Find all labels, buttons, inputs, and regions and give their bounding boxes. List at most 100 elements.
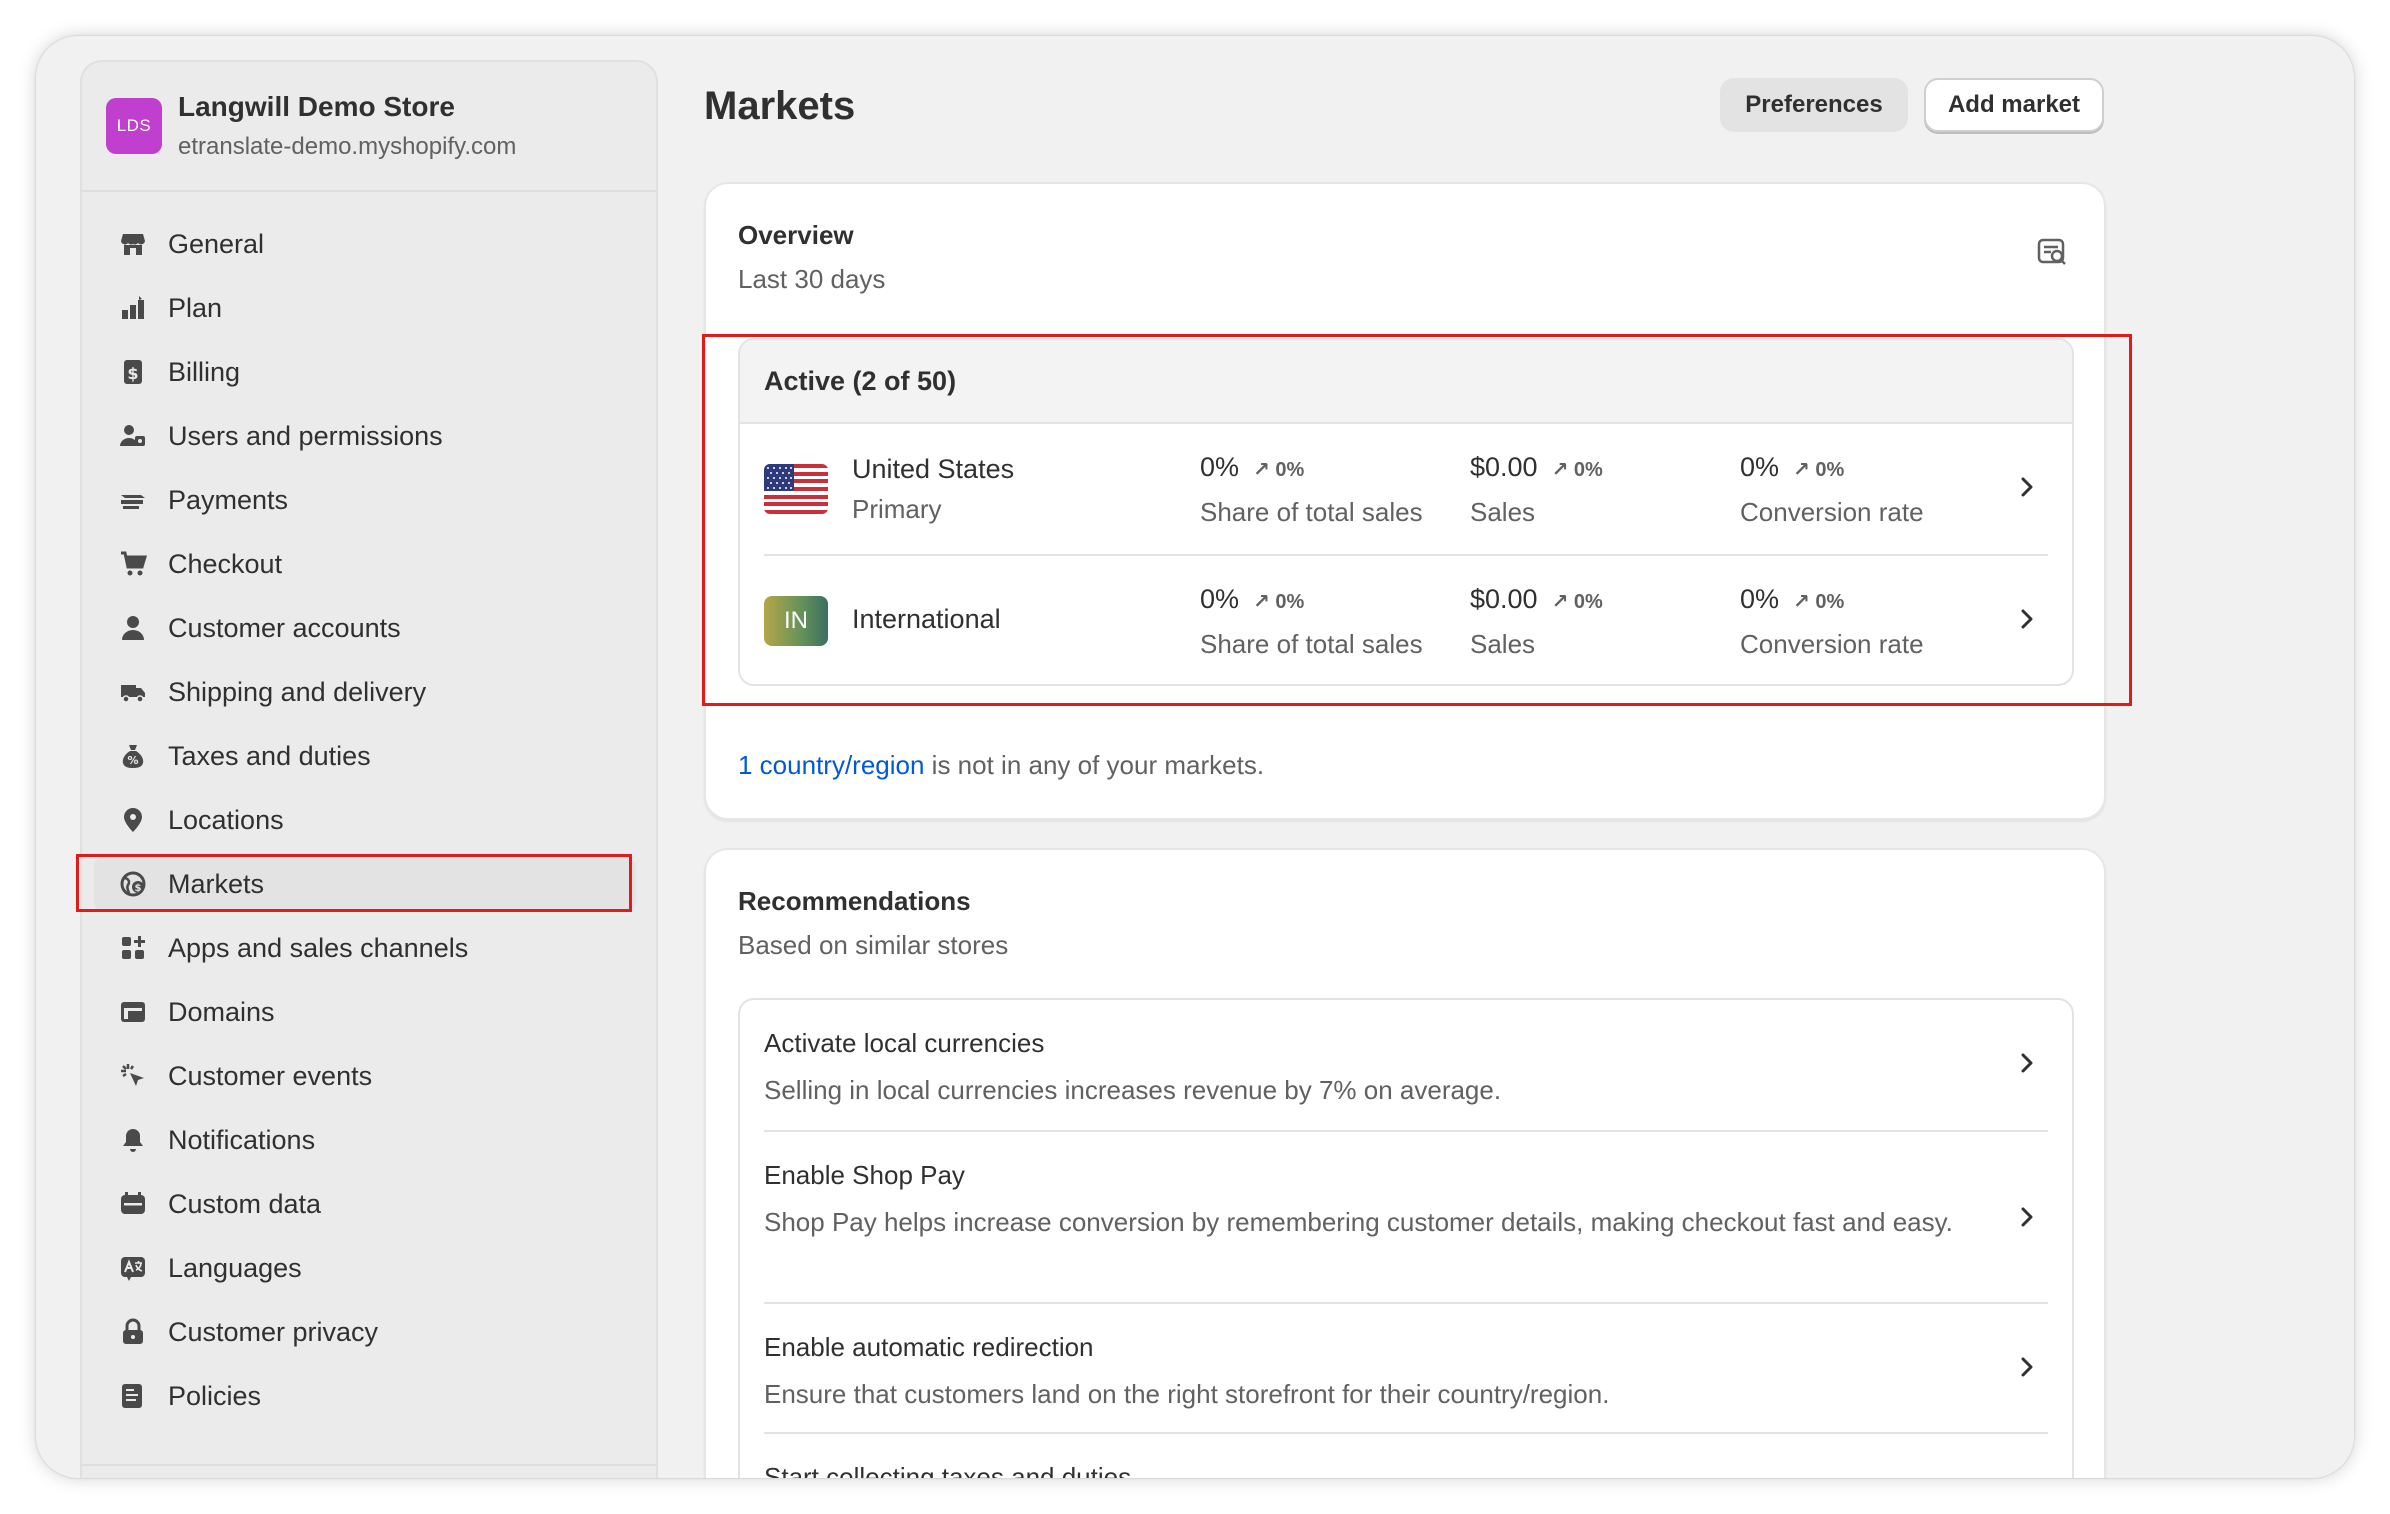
active-markets-list: Active (2 of 50) United States Primary 0… xyxy=(738,338,2074,686)
metric-conversion: 0% ↗ 0% Conversion rate xyxy=(1740,584,1924,660)
reco-item-local-currencies[interactable]: Activate local currencies Selling in loc… xyxy=(764,1000,2048,1130)
lock-icon xyxy=(118,1317,148,1347)
sidebar-item-label: Customer accounts xyxy=(168,612,401,643)
delta-value: 0% xyxy=(1815,459,1845,481)
settings-window: LDS Langwill Demo Store etranslate-demo.… xyxy=(36,36,2354,1478)
chevron-right-icon[interactable] xyxy=(2012,1202,2042,1232)
sidebar-item-label: Customer events xyxy=(168,1060,373,1091)
sidebar-item-label: Apps and sales channels xyxy=(168,932,469,963)
bell-icon xyxy=(118,1125,148,1155)
metric-sales: $0.00 ↗ 0% Sales xyxy=(1470,452,1603,528)
metric-delta: ↗ 0% xyxy=(1253,589,1304,614)
sidebar-item-label: General xyxy=(168,228,265,259)
sidebar-item-customer-privacy[interactable]: Customer privacy xyxy=(82,1300,656,1364)
metric-value: 0% xyxy=(1200,452,1240,482)
metric-label: Conversion rate xyxy=(1740,497,1924,527)
metric-value: 0% xyxy=(1200,584,1240,614)
reco-item-taxes-duties[interactable]: Start collecting taxes and duties xyxy=(764,1432,2048,1478)
sidebar-item-checkout[interactable]: Checkout xyxy=(82,532,656,596)
users-icon xyxy=(118,421,148,451)
sidebar-item-locations[interactable]: Locations xyxy=(82,788,656,852)
reco-title: Enable automatic redirection xyxy=(764,1332,1094,1362)
market-name: United States xyxy=(852,454,1015,484)
sidebar-item-taxes[interactable]: % Taxes and duties xyxy=(82,724,656,788)
sidebar-item-label: Taxes and duties xyxy=(168,740,371,771)
add-market-button[interactable]: Add market xyxy=(1924,78,2104,132)
sidebar-item-users[interactable]: Users and permissions xyxy=(82,404,656,468)
sidebar-item-payments[interactable]: Payments xyxy=(82,468,656,532)
sidebar-item-markets[interactable]: $ Markets xyxy=(82,852,656,916)
money-bag-icon: % xyxy=(118,741,148,771)
sidebar-item-label: Custom data xyxy=(168,1188,322,1219)
sidebar-item-label: Customer privacy xyxy=(168,1316,379,1347)
sidebar-item-customer-events[interactable]: Customer events xyxy=(82,1044,656,1108)
sidebar-item-policies[interactable]: Policies xyxy=(82,1364,656,1428)
sidebar-item-domains[interactable]: Domains xyxy=(82,980,656,1044)
sidebar-item-label: Billing xyxy=(168,356,241,387)
chevron-right-icon[interactable] xyxy=(2012,1048,2042,1078)
reco-title: Activate local currencies xyxy=(764,1028,1045,1058)
chevron-right-icon[interactable] xyxy=(2012,1352,2042,1382)
sidebar-item-notifications[interactable]: Notifications xyxy=(82,1108,656,1172)
metric-label: Share of total sales xyxy=(1200,629,1423,659)
store-name: Langwill Demo Store xyxy=(178,91,455,122)
arrow-up-right-icon: ↗ xyxy=(1793,591,1810,613)
metric-delta: ↗ 0% xyxy=(1552,589,1603,614)
reco-item-auto-redirection[interactable]: Enable automatic redirection Ensure that… xyxy=(764,1302,2048,1432)
sidebar-item-customer-accounts[interactable]: Customer accounts xyxy=(82,596,656,660)
svg-text:%: % xyxy=(127,754,138,767)
country-region-link[interactable]: 1 country/region xyxy=(738,750,924,780)
cart-icon xyxy=(118,549,148,579)
person-icon xyxy=(118,613,148,643)
metric-delta: ↗ 0% xyxy=(1793,457,1844,482)
metric-value: $0.00 xyxy=(1470,584,1538,614)
reco-description: Ensure that customers land on the right … xyxy=(764,1379,1610,1409)
analytics-search-icon[interactable] xyxy=(2036,236,2068,268)
market-row-international[interactable]: IN International 0% ↗ 0% Share of total s… xyxy=(764,554,2048,684)
payments-icon xyxy=(118,485,148,515)
svg-text:$: $ xyxy=(135,883,142,894)
metric-value: 0% xyxy=(1740,584,1780,614)
reco-description: Shop Pay helps increase conversion by re… xyxy=(764,1207,1953,1237)
store-icon xyxy=(118,229,148,259)
active-markets-header: Active (2 of 50) xyxy=(740,340,2072,424)
sidebar-item-label: Markets xyxy=(168,868,265,899)
metric-share: 0% ↗ 0% Share of total sales xyxy=(1200,452,1423,528)
sidebar-item-billing[interactable]: $ Billing xyxy=(82,340,656,404)
delta-value: 0% xyxy=(1275,591,1305,613)
metric-value: $0.00 xyxy=(1470,452,1538,482)
metric-label: Share of total sales xyxy=(1200,497,1423,527)
store-header[interactable]: LDS Langwill Demo Store etranslate-demo.… xyxy=(82,62,656,192)
sidebar-item-plan[interactable]: Plan xyxy=(82,276,656,340)
delta-value: 0% xyxy=(1275,459,1305,481)
chevron-right-icon[interactable] xyxy=(2012,604,2042,634)
sidebar-item-custom-data[interactable]: Custom data xyxy=(82,1172,656,1236)
overview-title: Overview xyxy=(738,220,854,250)
sidebar-item-apps[interactable]: Apps and sales channels xyxy=(82,916,656,980)
market-row-united-states[interactable]: United States Primary 0% ↗ 0% Share of to… xyxy=(764,424,2048,554)
sidebar-item-shipping[interactable]: Shipping and delivery xyxy=(82,660,656,724)
arrow-up-right-icon: ↗ xyxy=(1253,591,1270,613)
metric-label: Sales xyxy=(1470,629,1536,659)
delta-value: 0% xyxy=(1573,459,1603,481)
metric-conversion: 0% ↗ 0% Conversion rate xyxy=(1740,452,1924,528)
store-avatar: LDS xyxy=(106,98,162,154)
chevron-right-icon[interactable] xyxy=(2012,472,2042,502)
preferences-button[interactable]: Preferences xyxy=(1720,78,1908,132)
arrow-up-right-icon: ↗ xyxy=(1253,459,1270,481)
store-domain: etranslate-demo.myshopify.com xyxy=(178,133,517,160)
recommendations-title: Recommendations xyxy=(738,886,971,916)
metric-sales: $0.00 ↗ 0% Sales xyxy=(1470,584,1603,660)
market-badge: IN xyxy=(764,596,828,646)
us-flag-icon xyxy=(764,464,828,514)
sidebar-divider xyxy=(82,1464,656,1466)
reco-item-shop-pay[interactable]: Enable Shop Pay Shop Pay helps increase … xyxy=(764,1130,2048,1302)
sidebar-item-general[interactable]: General xyxy=(82,212,656,276)
sidebar-item-languages[interactable]: Languages xyxy=(82,1236,656,1300)
recommendations-list: Activate local currencies Selling in loc… xyxy=(738,998,2074,1478)
note-text: is not in any of your markets. xyxy=(924,750,1265,780)
sidebar-item-label: Policies xyxy=(168,1380,262,1411)
cursor-click-icon xyxy=(118,1061,148,1091)
database-icon xyxy=(118,1189,148,1219)
apps-icon xyxy=(118,933,148,963)
